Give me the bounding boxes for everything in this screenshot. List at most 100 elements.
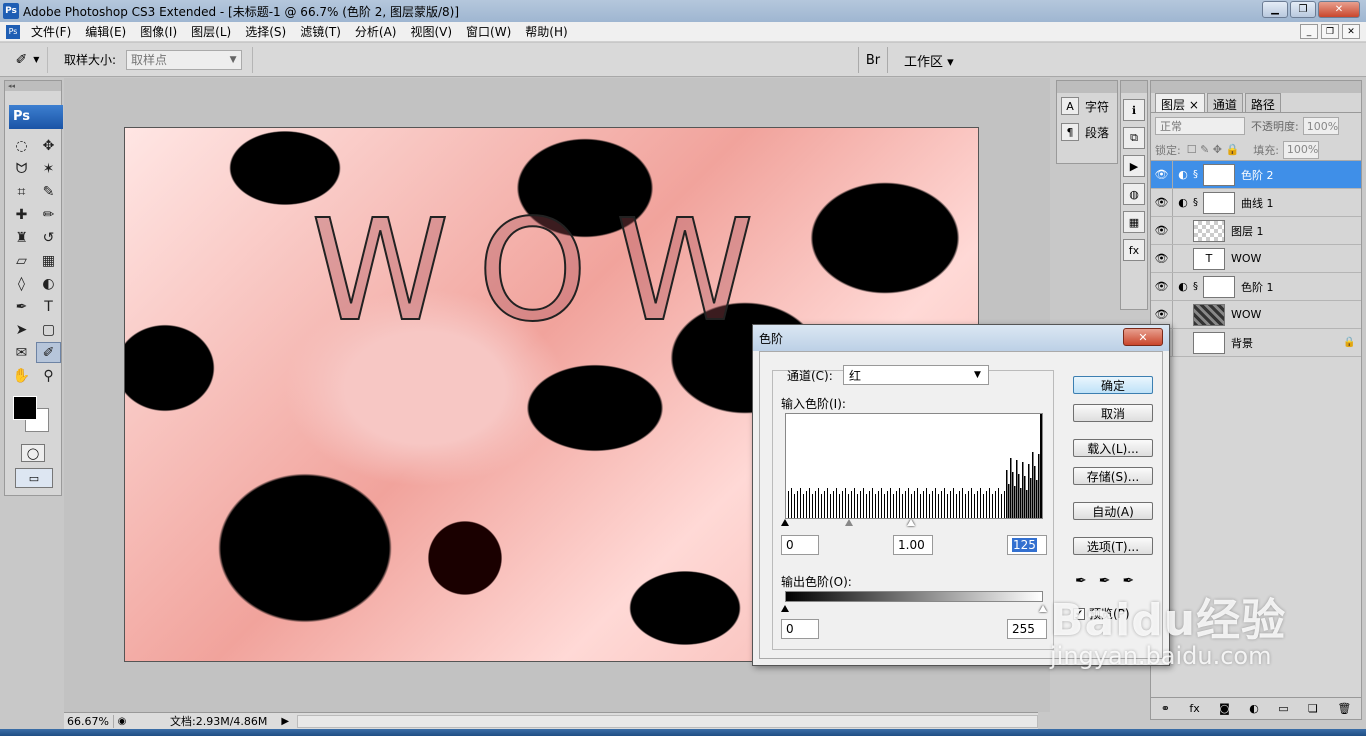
notes-tool[interactable]: ✉ bbox=[9, 342, 34, 363]
chain-link-icon[interactable]: § bbox=[1193, 281, 1203, 292]
channel-select[interactable]: 红 ▼ bbox=[843, 365, 989, 385]
input-gamma-field[interactable]: 1.00 bbox=[893, 535, 933, 555]
mask-icon[interactable]: ◙ bbox=[1219, 702, 1230, 715]
input-white-field[interactable]: 125 bbox=[1007, 535, 1047, 555]
dodge-tool[interactable]: ◐ bbox=[36, 273, 61, 294]
output-levels-slider[interactable] bbox=[781, 605, 1047, 615]
eraser-tool[interactable]: ▱ bbox=[9, 250, 34, 271]
input-black-slider-handle[interactable] bbox=[781, 519, 789, 526]
layer-row[interactable]: 👁 ◐ § 色阶 2 bbox=[1151, 161, 1361, 189]
doc-restore-button[interactable]: ❐ bbox=[1321, 24, 1339, 39]
eye-icon[interactable]: 👁 bbox=[1151, 245, 1173, 272]
panel-header[interactable] bbox=[1121, 81, 1147, 93]
styles-icon[interactable]: ▦ bbox=[1123, 211, 1145, 233]
menu-image[interactable]: 图像(I) bbox=[133, 23, 184, 40]
status-menu-arrow-icon[interactable]: ▶ bbox=[281, 716, 289, 727]
opacity-field[interactable]: 100% bbox=[1302, 117, 1339, 135]
auto-button[interactable]: 自动(A) bbox=[1073, 502, 1153, 520]
healing-tool[interactable]: ✚ bbox=[9, 204, 34, 225]
move-tool[interactable]: ✥ bbox=[36, 135, 61, 156]
minimize-button[interactable]: ▁ bbox=[1262, 1, 1288, 18]
slice-tool[interactable]: ✎ bbox=[36, 181, 61, 202]
load-button[interactable]: 载入(L)... bbox=[1073, 439, 1153, 457]
toolbox-header[interactable]: ◂◂ bbox=[5, 81, 61, 91]
adjustment-icon[interactable]: ◐ bbox=[1249, 702, 1259, 715]
output-white-field[interactable]: 255 bbox=[1007, 619, 1047, 639]
fill-field[interactable]: 100% bbox=[1282, 140, 1319, 159]
menu-analysis[interactable]: 分析(A) bbox=[348, 23, 404, 40]
input-gamma-slider-handle[interactable] bbox=[845, 519, 853, 526]
marquee-tool[interactable]: ◌ bbox=[9, 135, 34, 156]
output-white-slider-handle[interactable] bbox=[1039, 605, 1047, 612]
quick-mask-button[interactable]: ◯ bbox=[21, 444, 45, 462]
navigator-icon[interactable]: ◉ bbox=[114, 716, 130, 727]
tab-paths[interactable]: 路径 bbox=[1244, 93, 1281, 112]
input-black-field[interactable]: 0 bbox=[781, 535, 819, 555]
history-icon[interactable]: ⧉ bbox=[1123, 127, 1145, 149]
doc-minimize-button[interactable]: _ bbox=[1300, 24, 1318, 39]
info-icon[interactable]: ℹ bbox=[1123, 99, 1145, 121]
gradient-tool[interactable]: ▦ bbox=[36, 250, 61, 271]
workspace-menu[interactable]: 工作区 ▾ bbox=[904, 51, 954, 70]
panel-header[interactable] bbox=[1151, 81, 1361, 93]
group-icon[interactable]: ▭ bbox=[1278, 702, 1288, 715]
horizontal-scrollbar[interactable] bbox=[297, 714, 1038, 728]
zoom-tool[interactable]: ⚲ bbox=[36, 365, 61, 386]
layer-row[interactable]: 👁 图层 1 bbox=[1151, 217, 1361, 245]
levels-dialog-titlebar[interactable]: 色阶 ✕ bbox=[753, 325, 1169, 351]
stamp-tool[interactable]: ♜ bbox=[9, 227, 34, 248]
fx-icon[interactable]: fx bbox=[1123, 239, 1145, 261]
type-tool[interactable]: T bbox=[36, 296, 61, 317]
blend-mode-select[interactable]: 正常 bbox=[1155, 117, 1245, 135]
eye-icon[interactable]: 👁 bbox=[1151, 161, 1173, 188]
character-panel-button[interactable]: A 字符 bbox=[1057, 93, 1117, 119]
doc-close-button[interactable]: ✕ bbox=[1342, 24, 1360, 39]
layer-row[interactable]: 👁 ◐ § 曲线 1 bbox=[1151, 189, 1361, 217]
crop-tool[interactable]: ⌗ bbox=[9, 181, 34, 202]
actions-icon[interactable]: ▶ bbox=[1123, 155, 1145, 177]
chain-link-icon[interactable]: § bbox=[1193, 197, 1203, 208]
path-select-tool[interactable]: ➤ bbox=[9, 319, 34, 340]
output-black-slider-handle[interactable] bbox=[781, 605, 789, 612]
menu-help[interactable]: 帮助(H) bbox=[518, 23, 574, 40]
pen-tool[interactable]: ✒ bbox=[9, 296, 34, 317]
input-levels-slider[interactable] bbox=[781, 519, 1043, 529]
menu-edit[interactable]: 编辑(E) bbox=[78, 23, 133, 40]
layer-row[interactable]: 👁背景🔒 bbox=[1151, 329, 1361, 357]
history-brush-tool[interactable]: ↺ bbox=[36, 227, 61, 248]
brush-tool[interactable]: ✏ bbox=[36, 204, 61, 225]
panel-header[interactable] bbox=[1057, 81, 1117, 93]
restore-button[interactable]: ❐ bbox=[1290, 1, 1316, 18]
menu-layer[interactable]: 图层(L) bbox=[184, 23, 238, 40]
screen-mode-button[interactable]: ▭ bbox=[15, 468, 53, 488]
eye-icon[interactable]: 👁 bbox=[1151, 273, 1173, 300]
save-button[interactable]: 存储(S)... bbox=[1073, 467, 1153, 485]
cancel-button[interactable]: 取消 bbox=[1073, 404, 1153, 422]
fx-icon[interactable]: fx bbox=[1189, 702, 1199, 715]
blur-tool[interactable]: ◊ bbox=[9, 273, 34, 294]
options-button[interactable]: 选项(T)... bbox=[1073, 537, 1153, 555]
swatches-icon[interactable]: ◍ bbox=[1123, 183, 1145, 205]
menu-view[interactable]: 视图(V) bbox=[403, 23, 459, 40]
menu-filter[interactable]: 滤镜(T) bbox=[293, 23, 348, 40]
menu-select[interactable]: 选择(S) bbox=[238, 23, 293, 40]
tab-layers[interactable]: 图层 × bbox=[1155, 93, 1205, 112]
paragraph-panel-button[interactable]: ¶ 段落 bbox=[1057, 119, 1117, 145]
eye-icon[interactable]: 👁 bbox=[1151, 217, 1173, 244]
zoom-level[interactable]: 66.67% bbox=[64, 714, 114, 728]
layer-row[interactable]: 👁 T WOW bbox=[1151, 245, 1361, 273]
foreground-color-swatch[interactable] bbox=[13, 396, 37, 420]
ok-button[interactable]: 确定 bbox=[1073, 376, 1153, 394]
close-button[interactable]: ✕ bbox=[1318, 1, 1360, 18]
layer-row[interactable]: 👁 WOW bbox=[1151, 301, 1361, 329]
lock-icons[interactable]: ☐ ✎ ✥ 🔒 bbox=[1187, 143, 1239, 156]
layer-row[interactable]: 👁 ◐ § 色阶 1 bbox=[1151, 273, 1361, 301]
levels-close-button[interactable]: ✕ bbox=[1123, 328, 1163, 346]
trash-icon[interactable]: 🗑 bbox=[1337, 702, 1351, 715]
link-layers-icon[interactable]: ⚭ bbox=[1161, 702, 1170, 715]
menu-file[interactable]: 文件(F) bbox=[24, 23, 78, 40]
bridge-icon[interactable]: Br bbox=[858, 47, 888, 73]
sample-size-select[interactable]: 取样点 ▼ bbox=[126, 49, 243, 70]
magic-wand-tool[interactable]: ✶ bbox=[36, 158, 61, 179]
eye-icon[interactable]: 👁 bbox=[1151, 189, 1173, 216]
